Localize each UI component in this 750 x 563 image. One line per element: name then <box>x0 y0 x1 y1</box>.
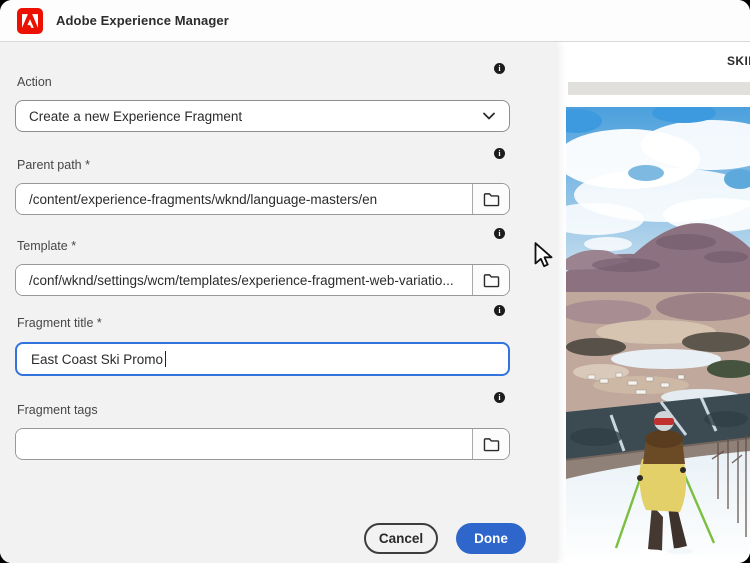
adobe-logo-icon <box>17 8 43 34</box>
create-fragment-dialog: Action Create a new Experience Fragment … <box>0 42 557 563</box>
page-toolbar-strip <box>568 82 750 95</box>
field-label-template: Template * <box>17 239 76 253</box>
action-select-value: Create a new Experience Fragment <box>29 109 242 124</box>
ski-slope-photo <box>566 107 750 557</box>
page-background: SKII <box>0 42 750 563</box>
page-heading-partial: SKII <box>727 54 750 68</box>
parent-path-value: /content/experience-fragments/wknd/langu… <box>29 192 377 207</box>
info-circle-icon[interactable] <box>494 63 505 74</box>
fragment-tags-field <box>15 428 510 460</box>
template-field: /conf/wknd/settings/wcm/templates/experi… <box>15 264 510 296</box>
info-circle-icon[interactable] <box>494 228 505 239</box>
info-circle-icon[interactable] <box>494 305 505 316</box>
text-caret <box>165 351 166 367</box>
fragment-tags-input[interactable] <box>16 429 473 459</box>
folder-icon <box>483 192 500 207</box>
mouse-cursor <box>530 241 556 271</box>
parent-path-picker-button[interactable] <box>473 184 509 214</box>
parent-path-field: /content/experience-fragments/wknd/langu… <box>15 183 510 215</box>
template-picker-button[interactable] <box>473 265 509 295</box>
fragment-title-input[interactable]: East Coast Ski Promo <box>15 342 510 376</box>
fragment-title-value: East Coast Ski Promo <box>31 352 163 367</box>
template-value: /conf/wknd/settings/wcm/templates/experi… <box>29 273 454 288</box>
app-title: Adobe Experience Manager <box>56 13 229 28</box>
chevron-down-icon <box>482 111 496 121</box>
info-circle-icon[interactable] <box>494 392 505 403</box>
action-select[interactable]: Create a new Experience Fragment <box>15 100 510 132</box>
field-label-action: Action <box>17 75 52 89</box>
parent-path-input[interactable]: /content/experience-fragments/wknd/langu… <box>16 184 473 214</box>
folder-icon <box>483 273 500 288</box>
field-label-parent-path: Parent path * <box>17 158 90 172</box>
app-window: Adobe Experience Manager SKII <box>0 0 750 563</box>
field-label-fragment-tags: Fragment tags <box>17 403 98 417</box>
info-circle-icon[interactable] <box>494 148 505 159</box>
cancel-button[interactable]: Cancel <box>364 523 438 554</box>
fragment-tags-picker-button[interactable] <box>473 429 509 459</box>
done-button[interactable]: Done <box>456 523 526 554</box>
folder-icon <box>483 437 500 452</box>
template-input[interactable]: /conf/wknd/settings/wcm/templates/experi… <box>16 265 473 295</box>
field-label-fragment-title: Fragment title * <box>17 316 102 330</box>
app-header: Adobe Experience Manager <box>0 0 750 42</box>
